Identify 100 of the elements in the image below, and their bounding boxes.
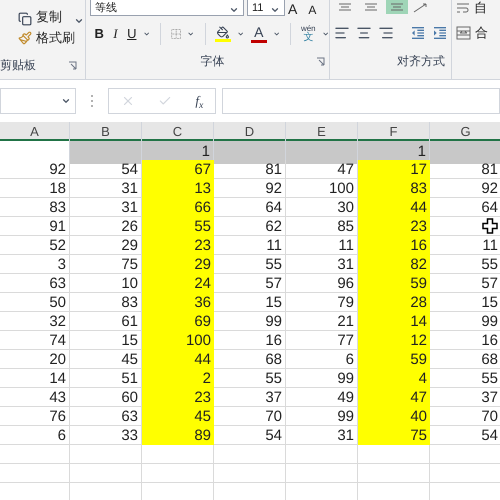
- shrink-font-button[interactable]: A: [308, 4, 316, 16]
- table-cell: 15: [214, 293, 286, 312]
- table-cell: 52: [0, 236, 70, 255]
- table-cell: 66: [142, 198, 214, 217]
- phonetic-button[interactable]: wén 文: [300, 25, 316, 43]
- align-lines-icon: [364, 2, 378, 12]
- align-center-icon[interactable]: [356, 25, 372, 41]
- table-cell: 14: [358, 312, 430, 331]
- font-color-button[interactable]: A: [250, 25, 267, 43]
- italic-button[interactable]: I: [110, 24, 121, 44]
- table-cell: 3: [0, 255, 70, 274]
- formula-input[interactable]: [222, 88, 500, 114]
- table-cell: 57: [214, 274, 286, 293]
- table-cell: 43: [0, 388, 70, 407]
- decrease-indent-icon[interactable]: [410, 25, 426, 41]
- group-label: 剪贴板: [0, 57, 36, 74]
- table-cell: 70: [214, 407, 286, 426]
- table-cell: 11: [430, 236, 500, 255]
- table-cell: 36: [142, 293, 214, 312]
- table-cell: 91: [0, 217, 70, 236]
- grow-font-button[interactable]: A: [288, 2, 298, 16]
- table-cell: 59: [358, 274, 430, 293]
- table-cell: 12: [358, 331, 430, 350]
- table-cell: 62: [214, 217, 286, 236]
- table-cell: 83: [358, 179, 430, 198]
- table-cell: 17: [358, 160, 430, 179]
- table-cell: 23: [142, 388, 214, 407]
- table-cell: [0, 464, 70, 483]
- table-cell: 44: [358, 198, 430, 217]
- bold-button[interactable]: B: [94, 24, 104, 44]
- table-cell: 63: [0, 274, 70, 293]
- table-cell: 29: [142, 255, 214, 274]
- insert-function-button[interactable]: f$_{x}$: [195, 91, 204, 111]
- table-cell: 54: [214, 426, 286, 445]
- table-cell: 18: [0, 179, 70, 198]
- table-cell: [286, 464, 358, 483]
- table-cell: [142, 464, 214, 483]
- align-lines-icon: [390, 2, 404, 12]
- table-cell: [358, 445, 430, 464]
- table-cell: [142, 445, 214, 464]
- borders-icon[interactable]: [171, 27, 182, 41]
- group-label: 字体: [200, 53, 224, 70]
- table-cell: 100: [142, 331, 214, 350]
- table-cell: 76: [0, 407, 70, 426]
- table-cell: 55: [214, 369, 286, 388]
- table-cell: [0, 445, 70, 464]
- table-cell: [70, 464, 142, 483]
- table-cell: 14: [0, 369, 70, 388]
- caret-icon[interactable]: [61, 96, 71, 106]
- vertical-align-button[interactable]: [386, 0, 408, 14]
- align-lines-icon: [338, 2, 352, 12]
- table-cell: [358, 464, 430, 483]
- table-cell: 16: [430, 331, 500, 350]
- table-cell: 82: [358, 255, 430, 274]
- caret-icon[interactable]: [229, 5, 239, 15]
- dialog-launcher-icon[interactable]: [316, 56, 325, 66]
- wrap-text-icon[interactable]: [456, 2, 470, 14]
- table-cell: 15: [430, 293, 500, 312]
- copy-icon: [18, 12, 32, 26]
- table-cell: 68: [430, 350, 500, 369]
- table-cell: 59: [358, 350, 430, 369]
- caret-icon[interactable]: [270, 5, 280, 15]
- table-cell: 89: [142, 426, 214, 445]
- table-cell: 57: [430, 274, 500, 293]
- format-painter-icon: [18, 31, 32, 45]
- table-cell: 13: [142, 179, 214, 198]
- table-cell: 92: [0, 160, 70, 179]
- table-cell: 81: [430, 160, 500, 179]
- align-right-icon[interactable]: [378, 25, 394, 41]
- merge-icon[interactable]: [456, 26, 471, 40]
- wrap-text-button[interactable]: 自: [474, 1, 487, 14]
- dialog-launcher-icon[interactable]: [68, 60, 77, 70]
- table-cell: 55: [430, 255, 500, 274]
- table-cell: 81: [214, 160, 286, 179]
- table-cell: 23: [142, 236, 214, 255]
- table-cell: 11: [214, 236, 286, 255]
- table-cell: 32: [0, 312, 70, 331]
- table-cell: 74: [0, 331, 70, 350]
- font-name-field[interactable]: 等线: [90, 0, 244, 16]
- table-cell: 6: [0, 426, 70, 445]
- table-cell: 92: [430, 179, 500, 198]
- table-cell: 55: [430, 369, 500, 388]
- caret-icon[interactable]: [74, 16, 84, 26]
- copy-button[interactable]: 复制: [36, 6, 62, 26]
- table-cell: 68: [214, 350, 286, 369]
- table-cell: 70: [430, 407, 500, 426]
- font-size-field[interactable]: 11: [247, 0, 285, 16]
- table-cell: 92: [214, 179, 286, 198]
- table-cell: 28: [358, 293, 430, 312]
- increase-indent-icon[interactable]: [432, 25, 448, 41]
- merge-button[interactable]: 合: [475, 23, 488, 43]
- table-cell: [286, 445, 358, 464]
- table-cell: 64: [430, 198, 500, 217]
- fill-color-icon[interactable]: [215, 26, 232, 42]
- table-cell: 54: [430, 426, 500, 445]
- underline-button[interactable]: U: [126, 24, 137, 44]
- align-left-icon[interactable]: [334, 25, 350, 41]
- format-painter-button[interactable]: 格式刷: [36, 28, 75, 48]
- more-icon[interactable]: [90, 94, 94, 108]
- table-cell: 37: [214, 388, 286, 407]
